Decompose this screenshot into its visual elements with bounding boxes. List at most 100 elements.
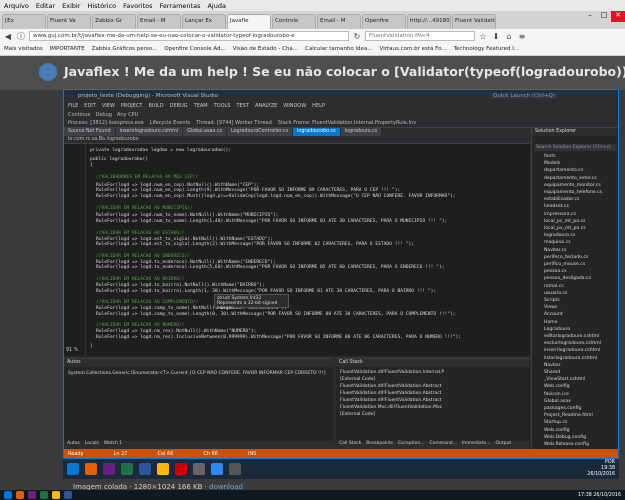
solution-item[interactable]: local_pc_mt_pa.cs [544,219,585,224]
maximize-icon[interactable]: □ [597,11,611,22]
solution-item[interactable]: pessoa_desligada.cs [544,276,591,281]
solution-item[interactable]: logradouro.cs [544,233,575,238]
solution-item[interactable]: local_pv_mt_pa.cs [544,226,586,231]
browser-tab[interactable]: http://...49180/ [407,14,451,29]
vs-process-field[interactable]: Process: [3812] iisexpress.exe [68,120,144,126]
folder-icon[interactable] [52,491,60,499]
info-icon[interactable]: ⓘ [16,31,26,42]
vs-menu-item[interactable]: TEST [236,103,248,109]
vs-menu-item[interactable]: WINDOW [283,103,306,109]
solution-item[interactable]: headset.cs [544,204,569,209]
home-icon[interactable]: ⌂ [504,32,514,41]
menu-item[interactable]: Exibir [62,2,80,10]
solution-item[interactable]: estabilizador.cs [544,197,579,202]
menu-item[interactable]: Favoritos [123,2,152,10]
solution-item[interactable]: Shared [544,370,560,375]
document-tab[interactable]: Global.asax.cs [183,128,226,136]
avatar[interactable] [39,63,57,81]
solution-item[interactable]: Navbar [544,363,561,368]
call-stack-row[interactable]: FluentValidation.dll!FluentValidation.In… [340,370,444,375]
browser-tab[interactable]: Lançar Ex [182,14,226,29]
app-icon[interactable] [229,463,241,475]
vs-process-field[interactable]: Lifecycle Events [150,120,190,126]
document-tab[interactable]: inserirlogradouro.cshtml [115,128,183,136]
solution-item[interactable]: Account [544,312,563,317]
browser-tab[interactable]: Fluent Va [47,14,91,29]
nav-class-dropdown[interactable]: br.com.rc.sa.Bo.logradourobo [68,137,139,142]
solution-item[interactable]: Web.Release.config [544,442,589,447]
vs-menu-item[interactable]: BUILD [148,103,163,109]
document-tab[interactable]: logradouro.cs [340,128,382,136]
browser-tab[interactable]: Email - M [137,14,181,29]
solution-item[interactable]: inserirlogradouro.cshtml [544,348,600,353]
browser-tab[interactable]: Javafle [227,14,271,29]
solution-item[interactable]: editarlogradouro.cshtml [544,334,599,339]
windows-start-icon[interactable] [67,463,79,475]
solution-item[interactable]: Views [544,305,557,310]
bookmark-item[interactable]: Openfire Console Ad... [164,46,225,52]
excel-icon[interactable] [40,491,48,499]
visual-studio-icon[interactable] [28,491,36,499]
autos-tab[interactable]: Autos [67,441,80,448]
solution-item[interactable]: impressora.cs [544,212,576,217]
call-stack-row[interactable]: FluentValidation.dll!FluentValidation.Ab… [340,398,442,403]
solution-item[interactable]: Startup.cs [544,420,567,425]
call-stack-tab[interactable]: Breakpoints [366,441,393,448]
call-stack-tab[interactable]: Immediate... [462,441,491,448]
close-icon[interactable]: ✕ [611,11,625,22]
folder-icon[interactable] [157,463,169,475]
document-tab[interactable]: LogradouroController.cs [226,128,293,136]
menu-item[interactable]: Histórico [88,2,117,10]
vs-toolbar-item[interactable]: Continue [68,112,90,118]
reload-icon[interactable]: ↻ [352,32,362,41]
url-bar[interactable]: www.guj.com.br/t/javaflex-me-da-um-help-… [29,31,349,41]
solution-item[interactable]: equipamento_telefone.cs [544,190,602,195]
call-stack-tab[interactable]: Command... [430,441,457,448]
solution-item[interactable]: departamento_setor.cs [544,176,597,181]
word-icon[interactable] [64,491,72,499]
bookmark-item[interactable]: Zabbix Gráficos perso... [92,46,158,52]
menu-item[interactable]: Ajuda [207,2,225,10]
app-icon[interactable] [211,463,223,475]
code-editor[interactable]: private logradourodao logdao = new logra… [64,144,530,356]
solution-item[interactable]: Logradouro [544,327,570,332]
search-input[interactable]: FluentValidation.Mvc4 [365,31,475,41]
autos-tab[interactable]: Locals [85,441,99,448]
solution-search-input[interactable]: Search Solution Explorer (Ctrl+ç) [534,144,617,151]
browser-tab[interactable]: Controle [272,14,316,29]
solution-item[interactable]: perifico_mouse.cs [544,262,585,267]
menu-icon[interactable]: ≡ [517,32,527,41]
vs-menu-item[interactable]: ANALYZE [255,103,277,109]
solution-item[interactable]: pessoa.cs [544,269,567,274]
vs-menu-item[interactable]: VIEW [102,103,115,109]
vs-menu-item[interactable]: DEBUG [170,103,188,109]
solution-item[interactable]: Global.asax [544,399,571,404]
solution-item[interactable]: excluirlogradouro.cshtml [544,341,601,346]
autos-tab[interactable]: Watch 1 [104,441,122,448]
document-tab[interactable]: Source Not Found [64,128,115,136]
solution-item[interactable]: listarlogradouro.cshtml [544,356,597,361]
solution-item[interactable]: _ViewStart.cshtml [544,377,585,382]
call-stack-row[interactable]: FluentValidation.Mvc.dll!FluentValidatio… [340,405,442,410]
solution-item[interactable]: Navbar.cs [544,248,567,253]
zoom-level[interactable]: 91 % [66,348,78,353]
back-icon[interactable]: ◀ [3,32,13,41]
solution-item[interactable]: Home [544,320,558,325]
firefox-icon[interactable] [85,463,97,475]
solution-item[interactable]: favicon.ico [544,392,569,397]
solution-item[interactable]: Scripts [544,298,560,303]
solution-item[interactable]: usuario.cs [544,291,567,296]
solution-item[interactable]: perifeco_teclado.cs [544,255,588,260]
quick-launch-input[interactable]: Quick Launch (Ctrl+Q) [490,92,558,99]
app-icon[interactable] [175,463,187,475]
app-icon[interactable] [193,463,205,475]
solution-item[interactable]: Models [544,161,560,166]
solution-item[interactable]: departamento.cs [544,168,583,173]
vs-menu-item[interactable]: TOOLS [214,103,231,109]
browser-tab[interactable]: [Ex [2,14,46,29]
vs-menu-item[interactable]: PROJECT [121,103,143,109]
browser-tab[interactable]: Fluent Validation. [452,14,496,29]
vs-toolbar-item[interactable]: Debug [95,112,111,118]
bookmark-item[interactable]: Technology Featured I... [454,46,519,52]
call-stack-row[interactable]: [External Code] [340,377,375,382]
